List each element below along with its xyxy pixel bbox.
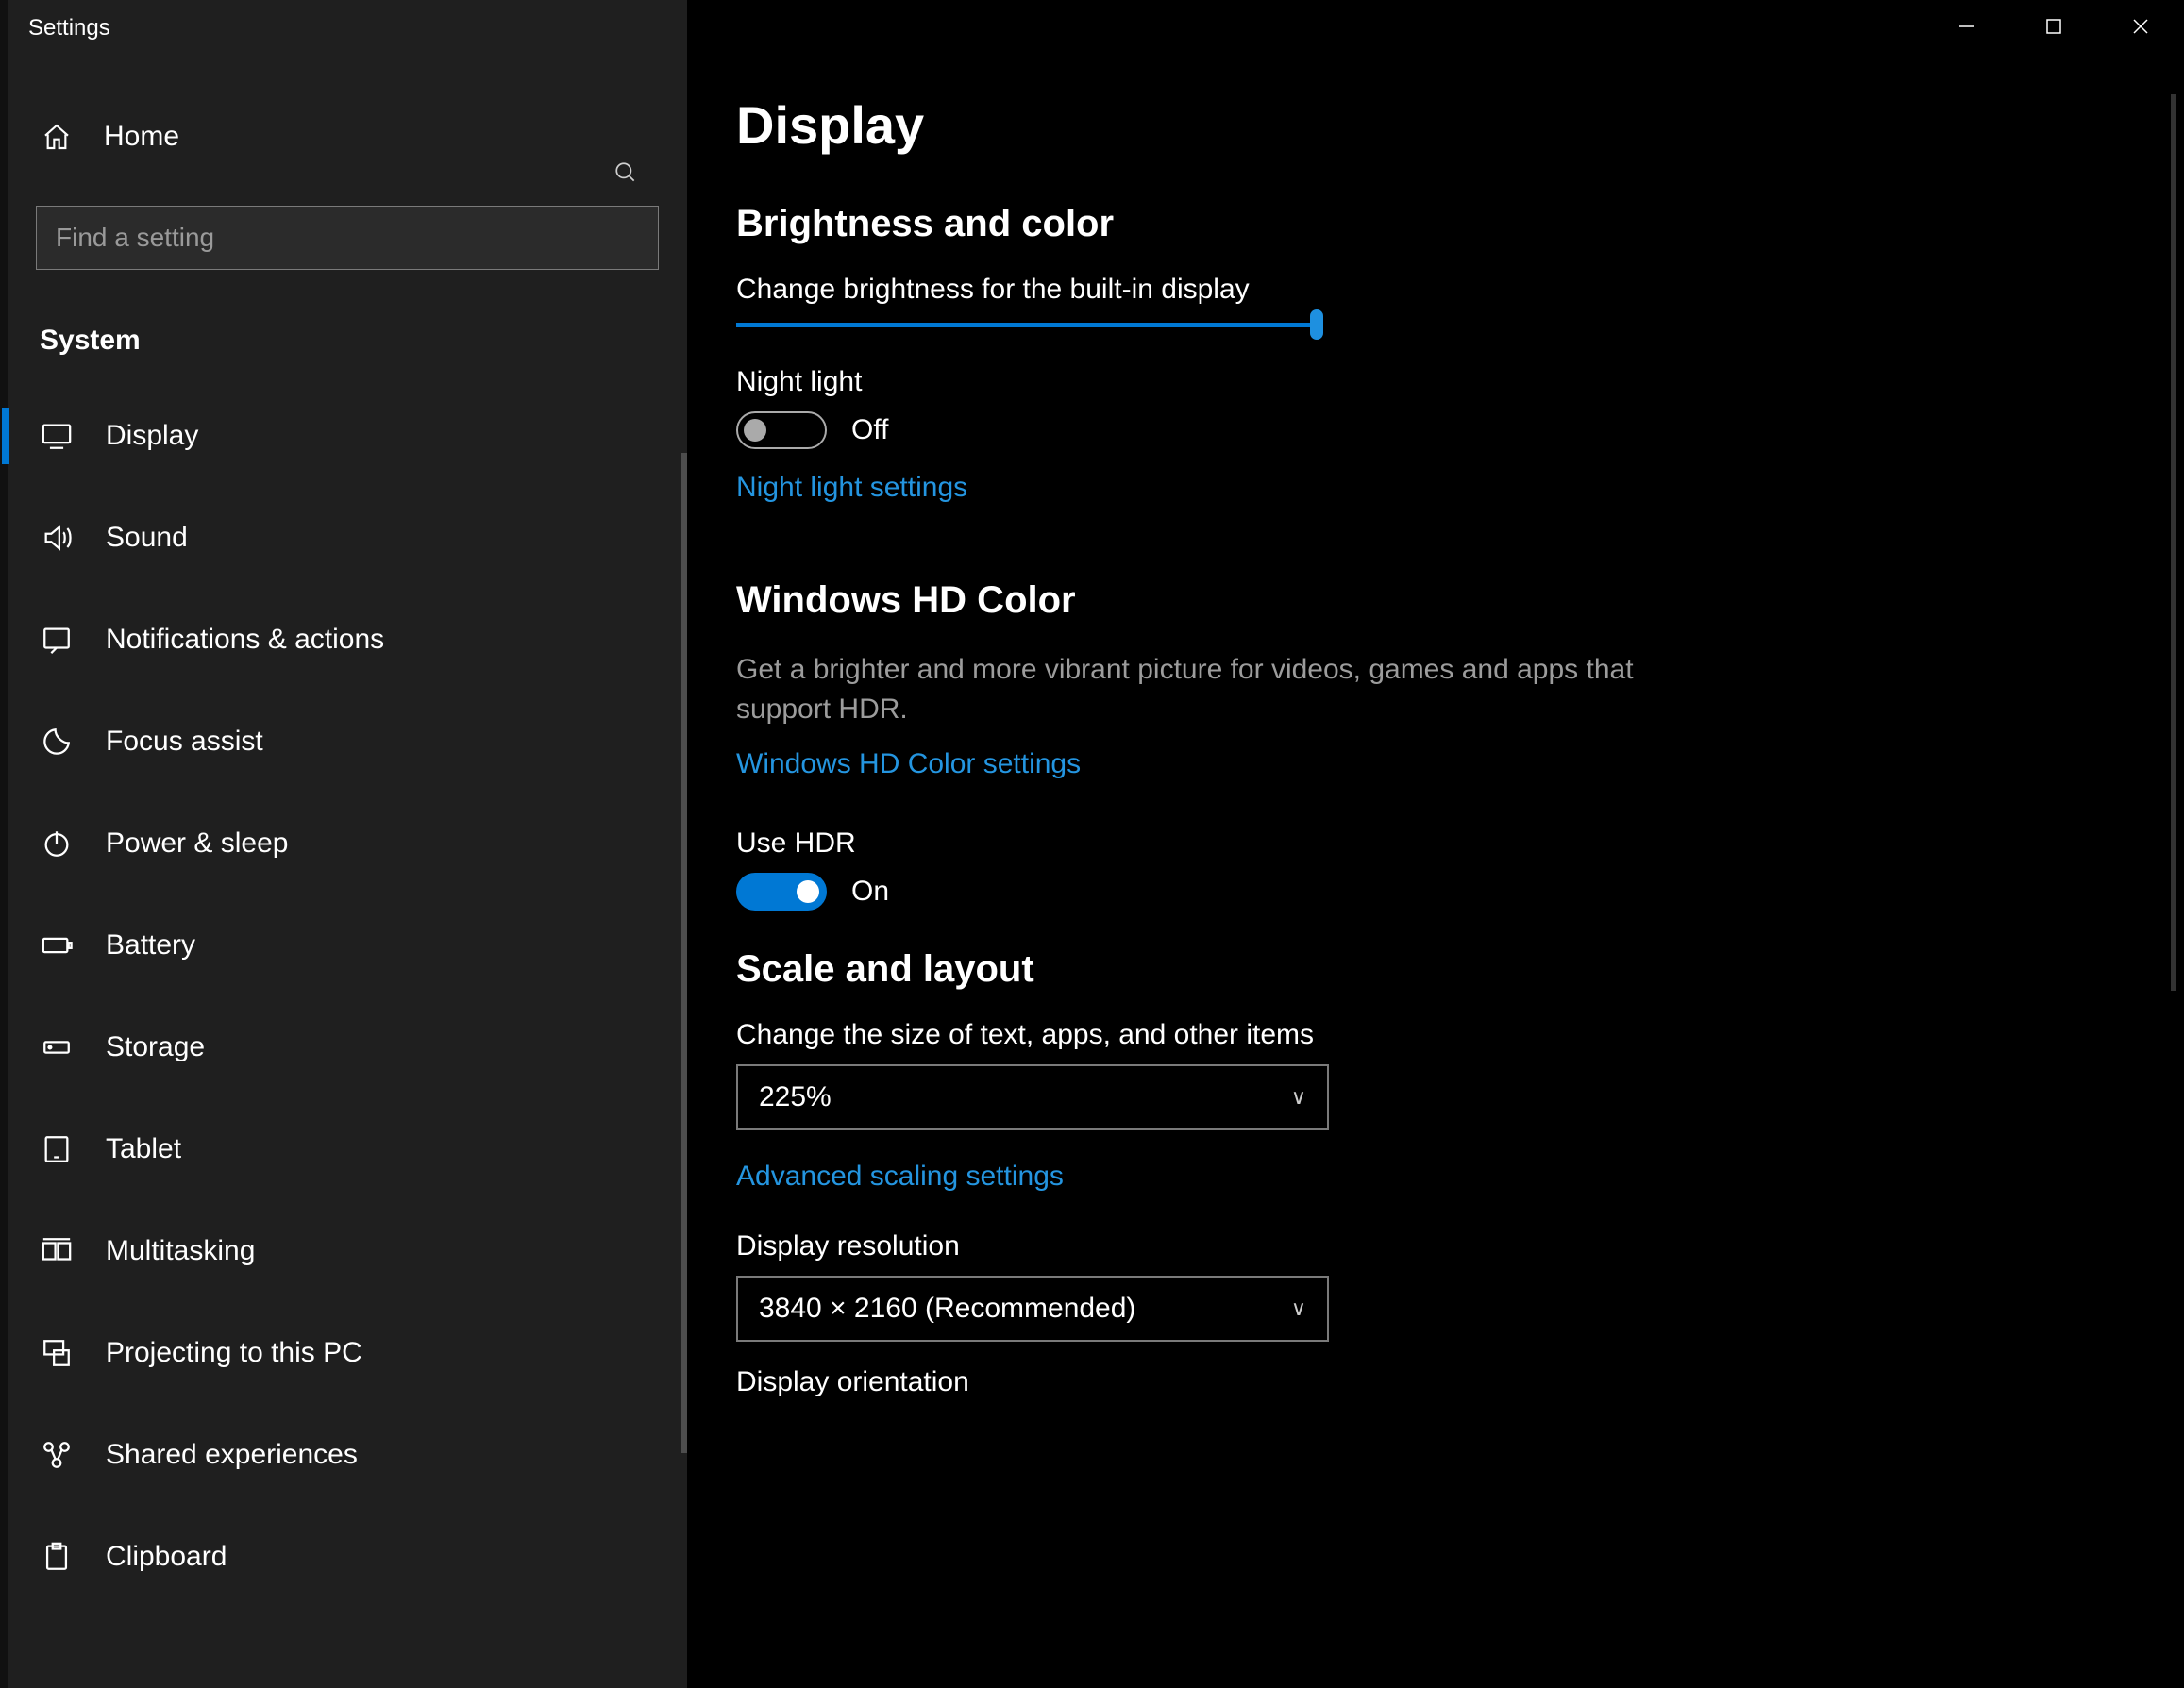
sidebar-item-label: Clipboard: [106, 1541, 227, 1573]
resolution-dropdown[interactable]: 3840 × 2160 (Recommended) ∨: [736, 1276, 1329, 1342]
section-brightness: Brightness and color: [736, 203, 2184, 245]
sidebar-item-label: Tablet: [106, 1133, 181, 1165]
sidebar-item-label: Display: [106, 420, 198, 452]
window-title: Settings: [28, 15, 110, 42]
chevron-down-icon: ∨: [1291, 1085, 1306, 1110]
sidebar-item-power-sleep[interactable]: Power & sleep: [8, 793, 687, 894]
hd-color-description: Get a brighter and more vibrant picture …: [736, 650, 1680, 729]
sidebar-item-shared-experiences[interactable]: Shared experiences: [8, 1404, 687, 1506]
sidebar-item-label: Battery: [106, 929, 195, 961]
sidebar-scrollbar[interactable]: [681, 453, 687, 1453]
resolution-label: Display resolution: [736, 1230, 2184, 1262]
brightness-label: Change brightness for the built-in displ…: [736, 274, 2184, 306]
sidebar-item-multitasking[interactable]: Multitasking: [8, 1200, 687, 1302]
sidebar-item-notifications[interactable]: Notifications & actions: [8, 589, 687, 691]
sidebar-item-label: Focus assist: [106, 726, 263, 758]
sidebar-item-label: Power & sleep: [106, 827, 288, 860]
sidebar-item-label: Notifications & actions: [106, 624, 384, 656]
toggle-knob: [744, 419, 766, 442]
search-input[interactable]: [36, 206, 659, 270]
scale-dropdown[interactable]: 225% ∨: [736, 1064, 1329, 1130]
slider-fill: [736, 323, 1317, 327]
section-hd-color: Windows HD Color: [736, 579, 2184, 622]
sidebar-item-tablet[interactable]: Tablet: [8, 1098, 687, 1200]
brightness-slider[interactable]: [736, 319, 1321, 328]
sidebar-item-label: Sound: [106, 522, 188, 554]
home-icon: [40, 122, 74, 152]
resolution-value: 3840 × 2160 (Recommended): [759, 1293, 1135, 1325]
nav-list: Display Sound Notifications & actions Fo…: [8, 385, 687, 1608]
power-icon: [40, 827, 74, 860]
night-light-state: Off: [851, 414, 888, 446]
sidebar-item-label: Shared experiences: [106, 1439, 358, 1471]
sound-icon: [40, 522, 74, 554]
clipboard-icon: [40, 1541, 74, 1573]
use-hdr-state: On: [851, 876, 889, 908]
advanced-scaling-link[interactable]: Advanced scaling settings: [736, 1161, 1064, 1193]
shared-experiences-icon: [40, 1439, 74, 1471]
sidebar-item-label: Multitasking: [106, 1235, 255, 1267]
scale-value: 225%: [759, 1081, 832, 1113]
multitasking-icon: [40, 1235, 74, 1267]
sidebar-item-storage[interactable]: Storage: [8, 996, 687, 1098]
tablet-icon: [40, 1133, 74, 1165]
night-light-toggle[interactable]: [736, 411, 827, 449]
sidebar-item-label: Projecting to this PC: [106, 1337, 362, 1369]
app-left-edge: [0, 0, 8, 1688]
home-label: Home: [104, 121, 179, 153]
night-light-settings-link[interactable]: Night light settings: [736, 472, 967, 504]
content-scrollbar[interactable]: [2171, 94, 2176, 991]
projecting-icon: [40, 1337, 74, 1369]
sidebar-item-battery[interactable]: Battery: [8, 894, 687, 996]
chevron-down-icon: ∨: [1291, 1296, 1306, 1321]
sidebar-item-sound[interactable]: Sound: [8, 487, 687, 589]
sidebar-item-clipboard[interactable]: Clipboard: [8, 1506, 687, 1608]
storage-icon: [40, 1031, 74, 1063]
toggle-knob: [797, 880, 819, 903]
sidebar-item-projecting[interactable]: Projecting to this PC: [8, 1302, 687, 1404]
notifications-icon: [40, 624, 74, 656]
sidebar-item-display[interactable]: Display: [8, 385, 687, 487]
use-hdr-toggle[interactable]: [736, 873, 827, 911]
use-hdr-label: Use HDR: [736, 827, 2184, 860]
content-area: Display Brightness and color Change brig…: [736, 0, 2184, 1688]
category-label: System: [8, 270, 687, 385]
sidebar-item-focus-assist[interactable]: Focus assist: [8, 691, 687, 793]
home-button[interactable]: Home: [8, 94, 687, 179]
search-container: [36, 206, 659, 270]
slider-thumb[interactable]: [1310, 309, 1323, 340]
focus-assist-icon: [40, 726, 74, 758]
section-scale-layout: Scale and layout: [736, 948, 2184, 991]
scale-label: Change the size of text, apps, and other…: [736, 1019, 2184, 1051]
battery-icon: [40, 929, 74, 961]
night-light-label: Night light: [736, 366, 2184, 398]
sidebar: Home System Display Sound Notifications …: [8, 57, 687, 1688]
page-title: Display: [736, 94, 2184, 156]
sidebar-item-label: Storage: [106, 1031, 205, 1063]
display-icon: [40, 420, 74, 452]
hd-color-settings-link[interactable]: Windows HD Color settings: [736, 748, 1081, 780]
search-icon: [613, 160, 638, 192]
orientation-label: Display orientation: [736, 1366, 2184, 1398]
